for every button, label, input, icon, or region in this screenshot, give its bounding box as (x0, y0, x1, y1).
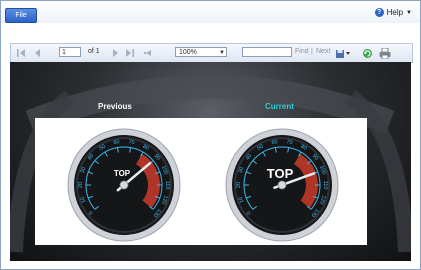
find-link[interactable]: Find (295, 48, 309, 55)
gauge-tick-label: 20 (78, 182, 84, 188)
refresh-icon[interactable] (361, 47, 373, 59)
report-toolbar: 1 of 1 100% ▼ Find | Next (10, 43, 413, 63)
gauge-panel: 0 10 20 30 40 50 60 70 80 90 100 110 120 130 TOP 0 10 20… (35, 118, 367, 245)
previous-caption: Previous (98, 102, 132, 111)
report-canvas: Previous Current 0 10 20 30 40 50 60 70 80 90 100 1… (10, 62, 411, 261)
gauge-top-label: TOP (267, 166, 294, 181)
gauge-previous: 0102030405060 708090100110120130TOP (67, 128, 181, 242)
print-icon[interactable] (378, 47, 392, 59)
gauge-tick-label: 60 (271, 139, 278, 146)
find-input[interactable] (242, 47, 292, 57)
gauge-tick-label: 110 (164, 181, 170, 190)
page-count-label: of 1 (88, 48, 100, 55)
help-menu[interactable]: ? Help ▼ (374, 6, 412, 19)
gauge-tick-label: 70 (128, 139, 135, 146)
gauge-tick-label: 60 (113, 139, 120, 146)
prev-page-icon[interactable] (32, 47, 42, 59)
find-separator: | (311, 48, 313, 55)
chevron-down-icon: ▼ (219, 50, 225, 56)
help-menu-label: Help (386, 8, 404, 17)
zoom-value: 100% (179, 49, 197, 56)
find-next-link[interactable]: Next (316, 48, 330, 55)
gauge-tick-label: 110 (322, 181, 328, 190)
report-viewer-window: File ? Help ▼ 1 of 1 100% ▼ Find | Next … (0, 0, 421, 270)
gauge-tick-label: 20 (236, 182, 242, 188)
gauge-hub (119, 180, 129, 190)
first-page-icon[interactable] (16, 47, 26, 59)
current-caption: Current (265, 102, 294, 111)
gauge-top-label: TOP (114, 169, 131, 178)
gauge-current: 0102030405060 708090100110120130TOP (225, 128, 339, 242)
chevron-down-icon: ▼ (406, 9, 412, 16)
gauge-tick-label: 70 (286, 139, 293, 146)
zoom-select[interactable]: 100% ▼ (175, 47, 227, 57)
back-icon[interactable] (143, 47, 153, 59)
gauge-hub (277, 180, 287, 190)
menu-bar: File ? Help ▼ (1, 1, 420, 23)
gauges-svg: 0102030405060 708090100110120130TOP 01020… (67, 128, 339, 242)
page-number-input[interactable]: 1 (59, 47, 81, 57)
last-page-icon[interactable] (124, 47, 134, 59)
file-menu-button[interactable]: File (5, 8, 37, 23)
next-page-icon[interactable] (110, 47, 120, 59)
help-icon: ? (374, 8, 384, 17)
export-icon[interactable] (334, 47, 352, 59)
